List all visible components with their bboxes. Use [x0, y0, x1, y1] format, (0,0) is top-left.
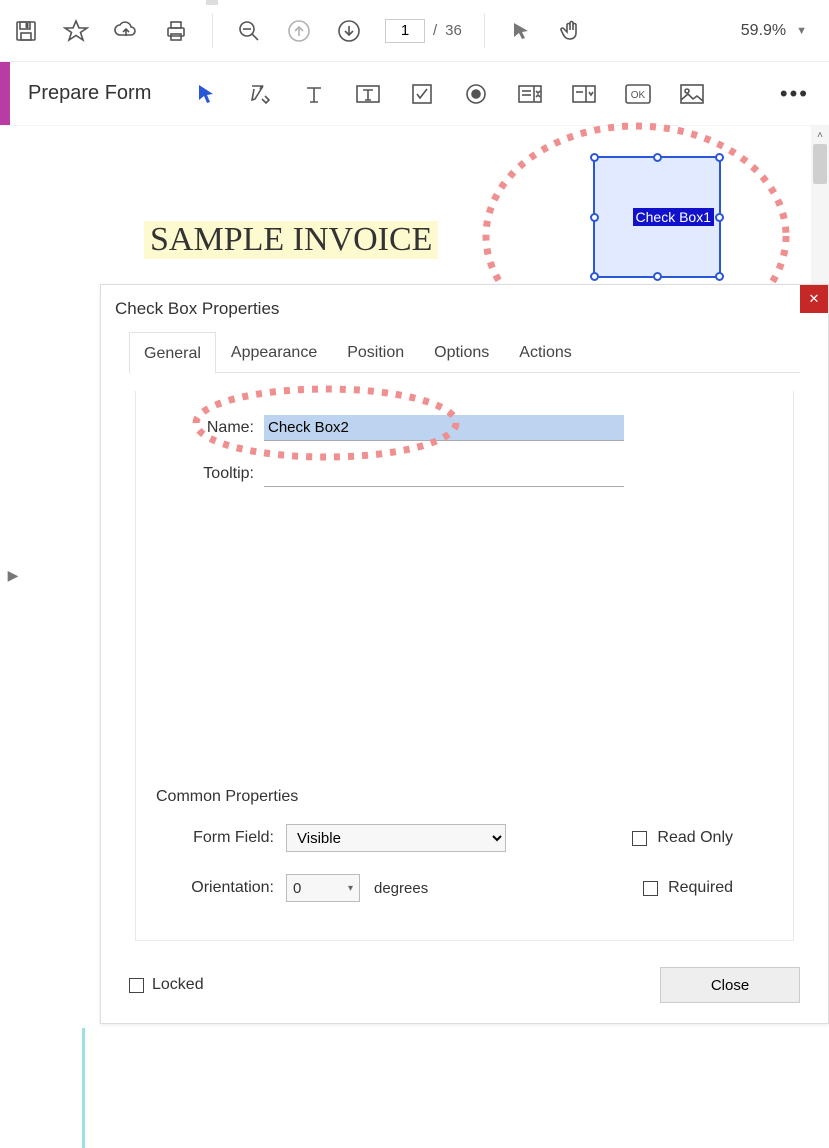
- form-field-select[interactable]: Visible: [286, 824, 506, 852]
- left-panel-collapsed: ▶: [0, 126, 26, 1024]
- text-box-tool-icon[interactable]: [353, 79, 383, 109]
- resize-handle[interactable]: [653, 153, 662, 162]
- list-tool-icon[interactable]: [515, 79, 545, 109]
- read-only-label: Read Only: [657, 829, 733, 847]
- selected-checkbox-field[interactable]: Check Box1: [593, 156, 721, 278]
- resize-handle[interactable]: [590, 153, 599, 162]
- read-only-checkbox[interactable]: Read Only: [632, 829, 733, 847]
- zoom-display[interactable]: 59.9% ▼: [741, 22, 817, 40]
- dropdown-tool-icon[interactable]: [569, 79, 599, 109]
- prepare-form-toolbar: Prepare Form OK •••: [0, 62, 829, 126]
- dialog-title: Check Box Properties: [101, 285, 828, 331]
- save-icon[interactable]: [12, 17, 40, 45]
- resize-handle[interactable]: [653, 272, 662, 281]
- zoom-value: 59.9%: [741, 22, 786, 40]
- page-separator: /: [433, 22, 437, 39]
- more-tools-icon[interactable]: •••: [780, 81, 809, 107]
- zoom-out-icon[interactable]: [235, 17, 263, 45]
- print-icon[interactable]: [162, 17, 190, 45]
- scroll-thumb[interactable]: [813, 144, 827, 184]
- name-input[interactable]: [264, 415, 624, 441]
- page-current-input[interactable]: [385, 19, 425, 43]
- name-row: Name:: [156, 415, 773, 441]
- main-toolbar: / 36 59.9% ▼: [0, 0, 829, 62]
- form-field-label: Form Field:: [156, 829, 274, 847]
- tab-indicator: [206, 0, 218, 5]
- chevron-down-icon[interactable]: ▾: [348, 883, 353, 894]
- checkbox-icon[interactable]: [632, 831, 647, 846]
- ok-button-tool-icon[interactable]: OK: [623, 79, 653, 109]
- locked-label: Locked: [152, 976, 204, 994]
- pointer-tool-icon[interactable]: [191, 79, 221, 109]
- expand-panel-icon[interactable]: ▶: [8, 567, 19, 584]
- radio-tool-icon[interactable]: [461, 79, 491, 109]
- orientation-label: Orientation:: [156, 879, 274, 897]
- page-down-icon[interactable]: [335, 17, 363, 45]
- page-total: 36: [445, 22, 462, 39]
- common-properties-title: Common Properties: [156, 788, 773, 806]
- tab-general[interactable]: General: [129, 332, 216, 373]
- common-properties: Common Properties Form Field: Visible Re…: [156, 788, 773, 924]
- close-icon[interactable]: ✕: [800, 285, 828, 313]
- form-field-row: Form Field: Visible Read Only: [156, 824, 773, 852]
- star-icon[interactable]: [62, 17, 90, 45]
- close-button[interactable]: Close: [660, 967, 800, 1003]
- text-field-tool-icon[interactable]: [299, 79, 329, 109]
- chevron-down-icon[interactable]: ▼: [796, 25, 807, 37]
- checkbox-icon[interactable]: [643, 881, 658, 896]
- checkbox-tool-icon[interactable]: [407, 79, 437, 109]
- image-tool-icon[interactable]: [677, 79, 707, 109]
- orientation-row: Orientation: 0 ▾ degrees Required: [156, 874, 773, 902]
- tooltip-row: Tooltip:: [156, 461, 773, 487]
- select-arrow-icon[interactable]: [507, 17, 535, 45]
- tab-general-panel: Name: Tooltip: Common Properties Form Fi…: [135, 391, 794, 941]
- toolbar-divider: [212, 14, 213, 48]
- cloud-upload-icon[interactable]: [112, 17, 140, 45]
- dialog-footer: Locked Close: [129, 967, 800, 1003]
- required-label: Required: [668, 879, 733, 897]
- resize-handle[interactable]: [715, 272, 724, 281]
- locked-checkbox[interactable]: Locked: [129, 976, 204, 994]
- toolbar-divider: [484, 14, 485, 48]
- name-label: Name:: [156, 419, 254, 437]
- form-bar-title: Prepare Form: [28, 82, 151, 105]
- page-number-group: / 36: [385, 19, 462, 43]
- resize-handle[interactable]: [590, 213, 599, 222]
- tab-position[interactable]: Position: [332, 331, 419, 372]
- dialog-tabs: General Appearance Position Options Acti…: [129, 331, 800, 373]
- degrees-label: degrees: [374, 880, 428, 897]
- checkbox-icon[interactable]: [129, 978, 144, 993]
- orientation-value: 0: [293, 880, 301, 897]
- scroll-up-icon[interactable]: ˄: [811, 126, 829, 144]
- tooltip-input[interactable]: [264, 461, 624, 487]
- tooltip-label: Tooltip:: [156, 465, 254, 483]
- hand-icon[interactable]: [557, 17, 585, 45]
- tab-options[interactable]: Options: [419, 331, 504, 372]
- svg-text:OK: OK: [631, 90, 646, 101]
- edit-text-tool-icon[interactable]: [245, 79, 275, 109]
- field-name-label: Check Box1: [633, 208, 714, 226]
- resize-handle[interactable]: [715, 153, 724, 162]
- page-up-icon[interactable]: [285, 17, 313, 45]
- resize-handle[interactable]: [715, 213, 724, 222]
- tab-actions[interactable]: Actions: [504, 331, 586, 372]
- document-heading: SAMPLE INVOICE: [144, 221, 438, 259]
- tab-appearance[interactable]: Appearance: [216, 331, 332, 372]
- orientation-input[interactable]: 0 ▾: [286, 874, 360, 902]
- checkbox-properties-dialog: Check Box Properties ✕ General Appearanc…: [100, 284, 829, 1024]
- required-checkbox[interactable]: Required: [643, 879, 733, 897]
- ruler-guide: [82, 1028, 128, 1148]
- resize-handle[interactable]: [590, 272, 599, 281]
